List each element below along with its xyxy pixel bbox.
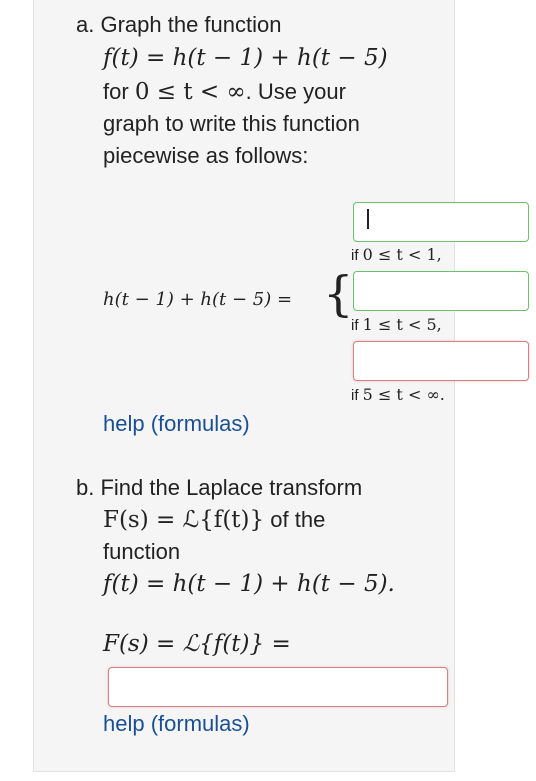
help-formulas-link-a[interactable]: help (formulas) bbox=[103, 412, 250, 436]
of-the-text: of the bbox=[270, 507, 326, 532]
transform-expr: F(s) = ℒ{f(t)} bbox=[103, 507, 265, 533]
case-1-condition: if 0 ≤ t < 1, bbox=[351, 245, 442, 265]
case-3-condition: if 5 ≤ t < ∞. bbox=[351, 385, 445, 405]
part-a-line-3: graph to write this function bbox=[103, 111, 360, 136]
part-b-line-3: function bbox=[103, 539, 181, 564]
piecewise-brace: { bbox=[323, 266, 354, 322]
laplace-answer-input[interactable] bbox=[108, 667, 448, 707]
part-b-intro: b. Find the Laplace transform bbox=[76, 475, 363, 500]
part-a-intro: a. Graph the function bbox=[76, 12, 282, 37]
case-3-input[interactable] bbox=[353, 341, 529, 381]
for-label: for bbox=[103, 79, 129, 104]
piecewise-lhs: h(t − 1) + h(t − 5) = bbox=[103, 289, 293, 310]
domain-expr: 0 ≤ t < ∞ bbox=[134, 79, 246, 105]
case-1-input[interactable] bbox=[353, 202, 529, 242]
text-cursor bbox=[367, 209, 369, 229]
case-2-condition: if 1 ≤ t < 5, bbox=[351, 315, 442, 335]
part-a-function-expr: f(t) = h(t − 1) + h(t − 5) bbox=[103, 45, 388, 71]
part-b-transform-line: F(s) = ℒ{f(t)} of the bbox=[103, 507, 326, 533]
case-2-input[interactable] bbox=[353, 271, 529, 311]
part-a-line-4: piecewise as follows: bbox=[103, 143, 309, 168]
help-formulas-link-b[interactable]: help (formulas) bbox=[103, 712, 250, 736]
after-domain-text: . Use your bbox=[245, 79, 346, 104]
part-a-domain-line: for 0 ≤ t < ∞. Use your bbox=[103, 79, 346, 105]
part-b-answer-prompt: F(s) = ℒ{f(t)} = bbox=[103, 631, 291, 657]
part-b-function-expr: f(t) = h(t − 1) + h(t − 5). bbox=[103, 571, 395, 597]
